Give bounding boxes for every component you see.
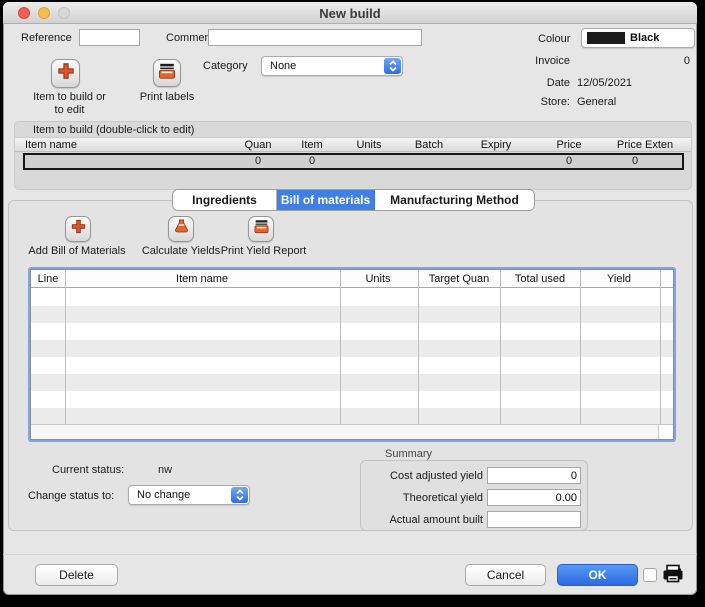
- comment-label: Comment: [166, 32, 214, 44]
- print-labels-label: Print labels: [139, 91, 195, 103]
- store-label: Store:: [540, 96, 570, 108]
- colour-swatch: [587, 32, 625, 44]
- summary-title: Summary: [385, 448, 433, 460]
- table-row[interactable]: [31, 340, 673, 357]
- label-printer-icon: [156, 60, 178, 87]
- label-printer-icon: [252, 217, 271, 241]
- horizontal-scrollbar[interactable]: [31, 424, 673, 439]
- col-total-used: Total used: [514, 273, 566, 285]
- print-labels-button[interactable]: [153, 59, 181, 87]
- colour-label: Colour: [538, 33, 571, 45]
- change-status-value: No change: [137, 489, 191, 501]
- row-price-exten-value: 0: [631, 155, 639, 167]
- ok-button[interactable]: OK: [557, 564, 638, 586]
- row-item-value: 0: [308, 155, 316, 167]
- tab-bill-of-materials[interactable]: Bill of materials: [277, 190, 375, 210]
- item-to-build-button[interactable]: [51, 59, 80, 88]
- store-value: General: [577, 96, 617, 108]
- current-status-value: nw: [158, 464, 173, 476]
- col-item-name: Item name: [176, 273, 228, 285]
- calculate-yields-button[interactable]: [168, 216, 194, 242]
- row-quan-value: 0: [254, 155, 262, 167]
- delete-button[interactable]: Delete: [35, 564, 118, 586]
- theoretical-yield-input[interactable]: [487, 489, 581, 506]
- print-yield-report-button[interactable]: [248, 216, 274, 242]
- summary-box: Cost adjusted yield Theoretical yield Ac…: [360, 460, 588, 531]
- cost-adjusted-yield-input[interactable]: [487, 467, 581, 484]
- build-table-header: Item name Quan Item Units Batch Expiry P…: [15, 137, 691, 152]
- col-units: Units: [365, 273, 391, 285]
- col-expiry: Expiry: [480, 139, 512, 151]
- chevron-updown-icon: [231, 487, 248, 503]
- title-bar: New build: [3, 2, 697, 24]
- colour-value: Black: [630, 32, 660, 44]
- cancel-button[interactable]: Cancel: [465, 564, 546, 586]
- current-status-label: Current status:: [52, 464, 125, 476]
- col-yield: Yield: [606, 273, 632, 285]
- change-status-label: Change status to:: [28, 490, 115, 502]
- reference-input[interactable]: [79, 29, 140, 46]
- col-price: Price: [556, 139, 582, 151]
- date-label: Date: [546, 77, 570, 89]
- table-row[interactable]: [31, 289, 673, 306]
- col-units: Units: [356, 139, 382, 151]
- bom-table-header: Line Item name Units Target Quan Total u…: [31, 270, 673, 288]
- tab-bar: Ingredients Bill of materials Manufactur…: [172, 189, 535, 211]
- tab-manufacturing-method[interactable]: Manufacturing Method: [375, 190, 534, 210]
- print-yield-report-label: Print Yield Report: [220, 245, 307, 257]
- new-build-window: New build Reference Comment Colour Black…: [3, 2, 697, 595]
- table-row[interactable]: [31, 374, 673, 391]
- cost-adjusted-yield-label: Cost adjusted yield: [390, 470, 483, 482]
- theoretical-yield-label: Theoretical yield: [402, 492, 483, 504]
- add-bill-of-materials-button[interactable]: [65, 216, 91, 242]
- category-value: None: [270, 60, 297, 72]
- change-status-dropdown[interactable]: No change: [128, 485, 250, 505]
- printer-icon[interactable]: [661, 563, 685, 592]
- table-row[interactable]: [31, 391, 673, 408]
- add-bill-of-materials-label: Add Bill of Materials: [28, 245, 126, 257]
- tab-ingredients[interactable]: Ingredients: [173, 190, 277, 210]
- item-to-build-label: Item to build or to edit: [33, 91, 106, 116]
- colour-dropdown[interactable]: Black: [581, 28, 695, 48]
- comment-input[interactable]: [208, 29, 422, 46]
- row-price-value: 0: [565, 155, 573, 167]
- col-line: Line: [37, 273, 59, 285]
- chevron-updown-icon: [384, 58, 401, 74]
- table-row[interactable]: [31, 306, 673, 323]
- build-table-row[interactable]: 0 0 0 0: [23, 153, 684, 170]
- col-quan: Quan: [244, 139, 272, 151]
- desktop-background: New build Reference Comment Colour Black…: [0, 0, 705, 607]
- invoice-value: 0: [683, 55, 690, 67]
- bom-table-body: [31, 289, 673, 425]
- col-price-exten: Price Exten: [616, 139, 674, 151]
- col-item: Item: [301, 139, 323, 151]
- item-to-build-panel: Item to build (double-click to edit) Ite…: [14, 121, 692, 190]
- date-value: 12/05/2021: [577, 77, 633, 89]
- table-row[interactable]: [31, 323, 673, 340]
- actual-amount-built-input[interactable]: [487, 511, 581, 528]
- col-item-name: Item name: [25, 139, 77, 151]
- window-title: New build: [319, 6, 381, 21]
- category-dropdown[interactable]: None: [261, 56, 403, 76]
- print-checkbox[interactable]: [643, 568, 657, 582]
- col-target-quan: Target Quan: [428, 273, 490, 285]
- item-to-build-panel-title: Item to build (double-click to edit): [33, 124, 195, 136]
- col-batch: Batch: [414, 139, 444, 151]
- category-label: Category: [203, 60, 248, 72]
- reference-label: Reference: [21, 32, 72, 44]
- add-plus-icon: [55, 60, 77, 87]
- table-row[interactable]: [31, 357, 673, 374]
- actual-amount-built-label: Actual amount built: [389, 514, 483, 526]
- table-row[interactable]: [31, 408, 673, 425]
- invoice-label: Invoice: [535, 55, 570, 67]
- bom-table[interactable]: Line Item name Units Target Quan Total u…: [28, 267, 676, 442]
- calculate-yields-icon: [172, 217, 191, 241]
- add-plus-icon: [69, 217, 88, 241]
